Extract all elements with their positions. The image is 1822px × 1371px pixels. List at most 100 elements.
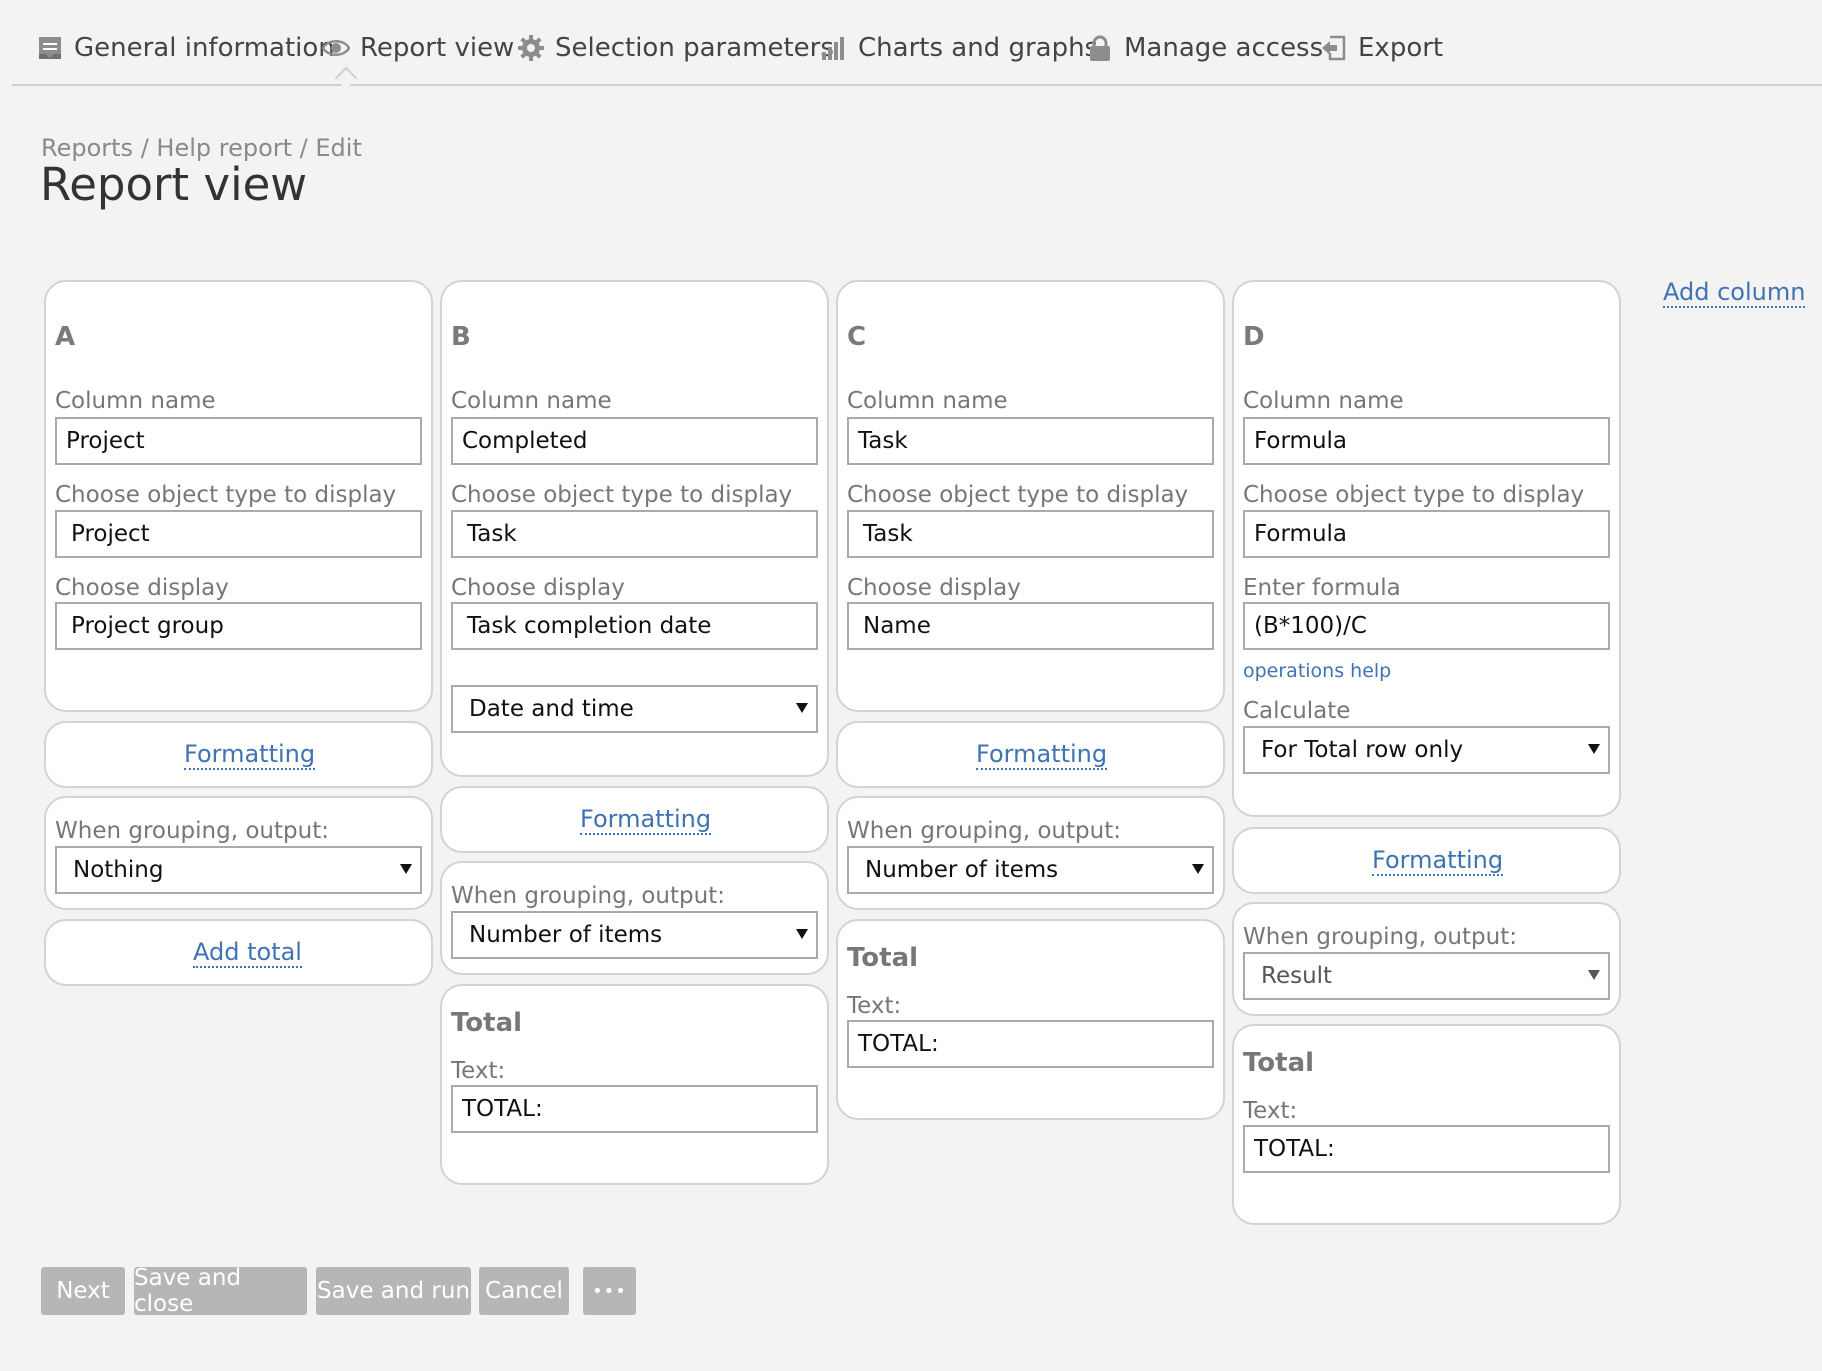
column-letter: A <box>55 322 76 352</box>
nav-manage-access[interactable]: Manage access <box>1086 30 1323 66</box>
grouping-select[interactable]: Result <box>1243 952 1610 1000</box>
formatting-link[interactable]: Formatting <box>1372 846 1504 876</box>
column-b-grouping-card: When grouping, output: Number of items <box>440 861 829 975</box>
calculate-select[interactable]: For Total row only <box>1243 726 1610 774</box>
nav-label: Report view <box>360 33 515 63</box>
total-title: Total <box>1243 1048 1315 1078</box>
display-field[interactable]: Name <box>847 602 1214 650</box>
display-label: Choose display <box>847 575 1021 601</box>
dropdown-caret-icon <box>1192 864 1204 874</box>
grouping-select[interactable]: Nothing <box>55 846 422 894</box>
total-title: Total <box>847 943 919 973</box>
save-and-close-button[interactable]: Save and close <box>134 1265 307 1317</box>
formula-label: Enter formula <box>1243 575 1401 601</box>
formatting-link[interactable]: Formatting <box>184 740 316 770</box>
dropdown-caret-icon <box>796 929 808 939</box>
operations-help-link[interactable]: operations help <box>1243 657 1391 685</box>
column-d-formatting-card: Formatting <box>1232 827 1621 894</box>
next-button[interactable]: Next <box>41 1267 125 1315</box>
gear-icon <box>518 35 544 61</box>
column-b-card: B Column name Completed Choose object ty… <box>440 280 829 777</box>
column-name-input[interactable]: Project <box>55 417 422 465</box>
display-label: Choose display <box>55 575 229 601</box>
object-type-label: Choose object type to display <box>451 482 793 508</box>
object-type-label: Choose object type to display <box>847 482 1189 508</box>
column-c-formatting-card: Formatting <box>836 721 1225 788</box>
column-c-total-card: Total Text: TOTAL: <box>836 919 1225 1120</box>
display-field[interactable]: Project group <box>55 602 422 650</box>
grouping-label: When grouping, output: <box>847 818 1121 844</box>
dropdown-caret-icon <box>796 703 808 713</box>
export-icon <box>1322 35 1346 61</box>
lock-icon <box>1090 35 1110 61</box>
column-name-label: Column name <box>1243 388 1404 414</box>
column-name-input[interactable]: Task <box>847 417 1214 465</box>
document-icon <box>39 37 61 59</box>
total-text-label: Text: <box>1243 1098 1298 1124</box>
column-name-input[interactable]: Formula <box>1243 417 1610 465</box>
nav-export[interactable]: Export <box>1320 30 1443 66</box>
object-type-field[interactable]: Project <box>55 510 422 558</box>
date-format-value: Date and time <box>469 696 634 722</box>
save-and-run-button[interactable]: Save and run <box>316 1267 471 1315</box>
grouping-select[interactable]: Number of items <box>451 911 818 959</box>
date-format-select[interactable]: Date and time <box>451 685 818 733</box>
dropdown-caret-icon <box>1588 744 1600 754</box>
column-letter: B <box>451 322 471 352</box>
eye-icon <box>322 40 350 56</box>
object-type-label: Choose object type to display <box>55 482 397 508</box>
column-a-formatting-card: Formatting <box>44 721 433 788</box>
bar-chart-icon <box>822 37 844 60</box>
nav-charts-and-graphs[interactable]: Charts and graphs <box>820 30 1098 66</box>
more-options-button[interactable]: ••• <box>583 1267 636 1315</box>
formatting-link[interactable]: Formatting <box>976 740 1108 770</box>
grouping-value: Number of items <box>865 857 1059 883</box>
column-name-input[interactable]: Completed <box>451 417 818 465</box>
calculate-label: Calculate <box>1243 698 1351 724</box>
formula-input[interactable]: (B*100)/C <box>1243 602 1610 650</box>
nav-label: Charts and graphs <box>858 33 1099 63</box>
column-d-total-card: Total Text: TOTAL: <box>1232 1024 1621 1225</box>
display-field[interactable]: Task completion date <box>451 602 818 650</box>
total-text-label: Text: <box>847 993 902 1019</box>
formatting-link[interactable]: Formatting <box>580 805 712 835</box>
nav-label: Export <box>1358 33 1444 63</box>
nav-label: Selection parameters <box>555 33 834 63</box>
nav-report-view[interactable]: Report view <box>322 30 514 66</box>
add-total-link[interactable]: Add total <box>193 938 302 968</box>
total-title: Total <box>451 1008 523 1038</box>
column-name-label: Column name <box>55 388 216 414</box>
total-text-label: Text: <box>451 1058 506 1084</box>
nav-label: General information <box>74 33 335 63</box>
column-letter: C <box>847 322 867 352</box>
column-a-grouping-card: When grouping, output: Nothing <box>44 796 433 910</box>
column-b-total-card: Total Text: TOTAL: <box>440 984 829 1185</box>
cancel-button[interactable]: Cancel <box>479 1267 569 1315</box>
total-text-input[interactable]: TOTAL: <box>1243 1125 1610 1173</box>
column-d-card: D Column name Formula Choose object type… <box>1232 280 1621 817</box>
total-text-input[interactable]: TOTAL: <box>451 1085 818 1133</box>
total-text-input[interactable]: TOTAL: <box>847 1020 1214 1068</box>
grouping-select[interactable]: Number of items <box>847 846 1214 894</box>
nav-selection-parameters[interactable]: Selection parameters <box>517 30 834 66</box>
nav-general-information[interactable]: General information <box>36 30 335 66</box>
column-name-label: Column name <box>847 388 1008 414</box>
dropdown-caret-icon <box>1588 970 1600 980</box>
object-type-field[interactable]: Task <box>847 510 1214 558</box>
grouping-label: When grouping, output: <box>1243 924 1517 950</box>
grouping-label: When grouping, output: <box>451 883 725 909</box>
column-c-grouping-card: When grouping, output: Number of items <box>836 796 1225 910</box>
nav-label: Manage access <box>1124 33 1324 63</box>
top-navigation: General information Report view Selectio… <box>12 0 1822 86</box>
calculate-value: For Total row only <box>1261 737 1464 763</box>
object-type-label: Choose object type to display <box>1243 482 1585 508</box>
object-type-field[interactable]: Formula <box>1243 510 1610 558</box>
column-d-grouping-card: When grouping, output: Result <box>1232 902 1621 1016</box>
column-a-add-total-card: Add total <box>44 919 433 986</box>
add-column-link[interactable]: Add column <box>1663 278 1806 308</box>
column-b-formatting-card: Formatting <box>440 786 829 853</box>
display-label: Choose display <box>451 575 625 601</box>
column-c-card: C Column name Task Choose object type to… <box>836 280 1225 712</box>
page-title: Report view <box>40 158 308 211</box>
object-type-field[interactable]: Task <box>451 510 818 558</box>
